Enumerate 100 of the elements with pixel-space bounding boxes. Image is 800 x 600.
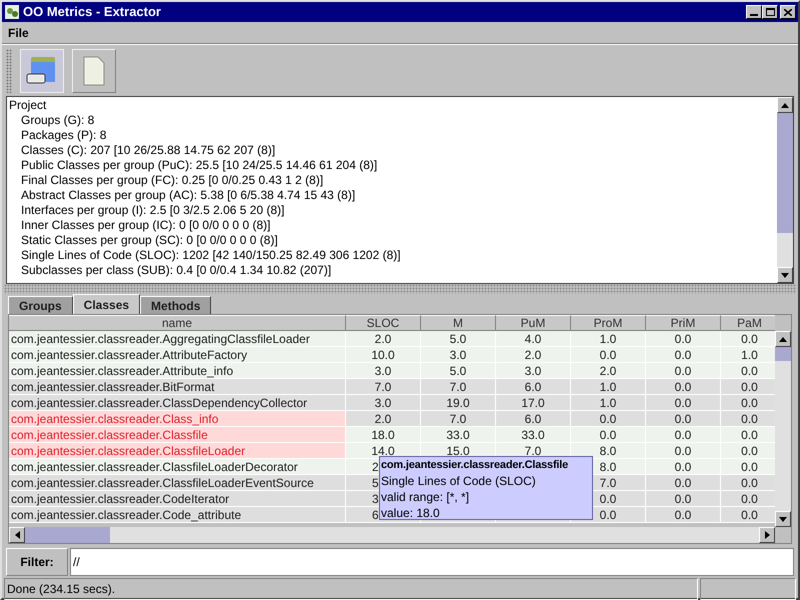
extract-button[interactable] [20, 48, 64, 92]
table-cell: 0.0 [646, 363, 721, 379]
table-cell: 17.0 [496, 395, 571, 411]
table-cell: 0.0 [721, 427, 776, 443]
scroll-down-icon [779, 516, 788, 522]
table-cell: com.jeantessier.classreader.ClassfileLoader [9, 443, 346, 459]
column-header[interactable]: ProM [571, 315, 646, 331]
column-header[interactable]: name [9, 315, 346, 331]
table-cell: 6.0 [496, 379, 571, 395]
tree-item[interactable]: Groups (G): 8 [9, 113, 777, 128]
tree-item[interactable]: Abstract Classes per group (AC): 5.38 [0 6/5.38 4.74 15 43 (8)] [9, 188, 777, 203]
column-header[interactable]: PaM [721, 315, 776, 331]
table-cell: 0.0 [646, 443, 721, 459]
table-cell: 0.0 [721, 475, 776, 491]
scrollbar-thumb[interactable] [25, 527, 110, 543]
new-button[interactable] [72, 48, 116, 92]
table-cell: 0.0 [646, 491, 721, 507]
table-cell: 5.0 [421, 331, 496, 347]
table-cell: 2.0 [571, 363, 646, 379]
minimize-button[interactable] [746, 5, 762, 19]
table-cell: 19.0 [421, 395, 496, 411]
table-cell: 0.0 [721, 459, 776, 475]
window-title: OO Metrics - Extractor [23, 3, 162, 22]
tree-item[interactable]: Interfaces per group (I): 2.5 [0 3/2.5 2.06 5 20 (8)] [9, 203, 777, 218]
close-button[interactable] [780, 5, 796, 19]
scrollbar-thumb[interactable] [777, 113, 793, 233]
table-cell: 0.0 [721, 443, 776, 459]
table-cell: 0.0 [721, 491, 776, 507]
column-header[interactable]: M [421, 315, 496, 331]
tree-item[interactable]: Static Classes per group (SC): 0 [0 0/0 0 0 0 (8)] [9, 233, 777, 248]
table-cell: 0.0 [646, 475, 721, 491]
table-cell: 0.0 [646, 395, 721, 411]
table-cell: 10.0 [346, 347, 421, 363]
scroll-left-icon [14, 531, 20, 539]
table-cell: 0.0 [646, 507, 721, 523]
vertical-scrollbar[interactable] [777, 97, 793, 283]
tree-item[interactable]: Classes (C): 207 [10 26/25.88 14.75 62 207 (8)] [9, 143, 777, 158]
filter-label: Filter: [6, 548, 68, 576]
filter-field[interactable]: // [70, 548, 794, 576]
table-cell: 0.0 [646, 347, 721, 363]
scroll-up-icon [781, 102, 789, 108]
table-cell: 0.0 [646, 427, 721, 443]
tree-item[interactable]: Packages (P): 8 [9, 128, 777, 143]
table-cell: com.jeantessier.classreader.Class_info [9, 411, 346, 427]
table-cell: 33.0 [421, 427, 496, 443]
toolbar-grip[interactable] [6, 48, 12, 92]
tree-item[interactable]: Inner Classes per group (IC): 0 [0 0/0 0 0 0 (8)] [9, 218, 777, 233]
table-cell: 3.0 [346, 395, 421, 411]
table-cell: 0.0 [646, 331, 721, 347]
table-cell: 1.0 [571, 379, 646, 395]
table-vertical-scrollbar[interactable] [775, 331, 791, 527]
tree-item[interactable]: Subclasses per class (SUB): 0.4 [0 0/0.4 1.34 10.82 (207)] [9, 263, 777, 278]
table-cell: 0.0 [571, 411, 646, 427]
table-cell: 18.0 [346, 427, 421, 443]
table-cell: 3.0 [496, 363, 571, 379]
table-cell: com.jeantessier.classreader.AggregatingClassfileLoader [9, 331, 346, 347]
table-cell: 2.0 [496, 347, 571, 363]
table-cell: 5.0 [421, 363, 496, 379]
tree-item[interactable]: Final Classes per group (FC): 0.25 [0 0/0.25 0.43 1 2 (8)] [9, 173, 777, 188]
minimize-icon [750, 14, 758, 16]
table-cell: com.jeantessier.classreader.BitFormat [9, 379, 346, 395]
table-cell: 0.0 [721, 363, 776, 379]
table-cell: com.jeantessier.classreader.Classfile [9, 427, 346, 443]
table-cell: 0.0 [646, 379, 721, 395]
maximize-icon [766, 8, 774, 16]
tab[interactable]: Groups [8, 296, 73, 314]
table-cell: 4.0 [496, 331, 571, 347]
tree-item[interactable]: Public Classes per group (PuC): 25.5 [10 24/25.5 14.46 61 204 (8)] [9, 158, 777, 173]
tab[interactable]: Classes [72, 294, 140, 314]
table-cell: 7.0 [346, 379, 421, 395]
column-header[interactable]: PuM [496, 315, 571, 331]
table-cell: 7.0 [421, 411, 496, 427]
table-cell: 0.0 [721, 507, 776, 523]
status-text: Done (234.15 secs). [4, 578, 698, 600]
app-icon [4, 4, 20, 20]
table-cell: com.jeantessier.classreader.ClassfileLoaderDecorator [9, 459, 346, 475]
table-cell: 8.0 [571, 443, 646, 459]
column-header[interactable]: SLOC [346, 315, 421, 331]
menu-item[interactable]: File [6, 24, 31, 42]
table-cell: 2.0 [346, 411, 421, 427]
table-cell: com.jeantessier.classreader.Code_attribute [9, 507, 346, 523]
horizontal-scrollbar[interactable] [9, 527, 775, 543]
table-cell: 3.0 [421, 347, 496, 363]
table-cell: 0.0 [646, 459, 721, 475]
table-cell: 0.0 [721, 331, 776, 347]
tree-item[interactable]: Single Lines of Code (SLOC): 1202 [42 140/150.25 82.49 306 1202 (8)] [9, 248, 777, 263]
table-cell: 2.0 [346, 331, 421, 347]
scroll-up-icon [779, 336, 788, 342]
maximize-button[interactable] [762, 5, 778, 19]
table-cell: 7.0 [421, 379, 496, 395]
table-cell: 1.0 [721, 347, 776, 363]
column-header[interactable]: PriM [646, 315, 721, 331]
table-cell: com.jeantessier.classreader.ClassfileLoaderEventSource [9, 475, 346, 491]
document-icon [83, 56, 105, 86]
table-cell: 33.0 [496, 427, 571, 443]
scrollbar-thumb[interactable] [775, 347, 791, 361]
table-cell: 0.0 [646, 411, 721, 427]
tree-root[interactable]: Project [9, 98, 777, 113]
table-cell: com.jeantessier.classreader.AttributeFactory [9, 347, 346, 363]
tab[interactable]: Methods [140, 296, 212, 314]
